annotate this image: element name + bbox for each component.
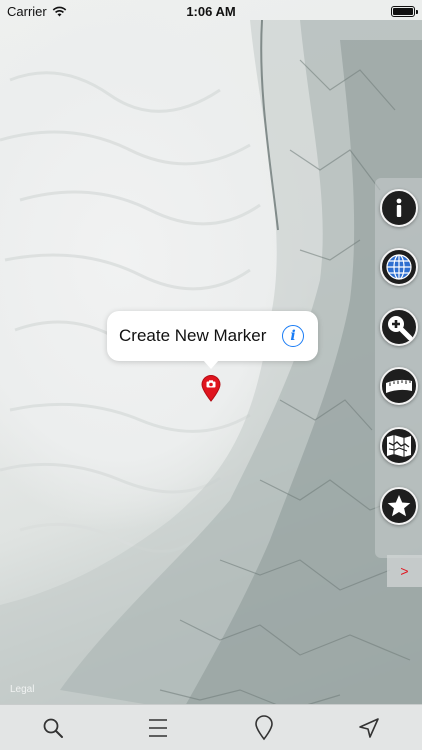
bottom-tab-bar: [0, 704, 422, 750]
tab-location[interactable]: [349, 708, 389, 748]
create-marker-callout[interactable]: Create New Marker i: [107, 311, 318, 369]
folded-map-icon: [387, 435, 411, 457]
battery-level: [393, 7, 413, 15]
info-icon: [396, 198, 402, 217]
zoom-button[interactable]: [380, 308, 418, 346]
map-pin-camera-icon[interactable]: [201, 375, 221, 402]
expand-toolbar-button[interactable]: >: [387, 555, 422, 587]
callout-title: Create New Marker: [119, 326, 267, 345]
status-bar: Carrier 1:06 AM: [0, 0, 422, 22]
map-layers-button[interactable]: [380, 427, 418, 465]
status-left: Carrier: [7, 4, 67, 19]
battery-icon: [391, 5, 418, 17]
ruler-icon: [386, 379, 412, 393]
search-icon: [43, 718, 63, 738]
wifi-icon: [52, 6, 66, 16]
info-circle-icon[interactable]: i: [282, 325, 304, 347]
star-icon: [387, 495, 411, 517]
legal-attribution[interactable]: Legal: [10, 684, 34, 695]
globe-button[interactable]: [380, 248, 418, 286]
magnifier-plus-icon: [388, 316, 413, 341]
info-button[interactable]: [380, 189, 418, 227]
expand-label: >: [400, 563, 409, 579]
carrier-label: Carrier: [7, 3, 47, 19]
tab-search[interactable]: [33, 708, 73, 748]
globe-icon: [386, 254, 412, 280]
tab-marker[interactable]: [244, 708, 284, 748]
navigation-arrow-icon: [359, 717, 380, 738]
favorites-button[interactable]: [380, 487, 418, 525]
tab-menu[interactable]: [138, 708, 178, 748]
menu-icon: [149, 718, 168, 737]
ruler-button[interactable]: [380, 367, 418, 405]
map-marker-outline-icon: [254, 714, 273, 740]
